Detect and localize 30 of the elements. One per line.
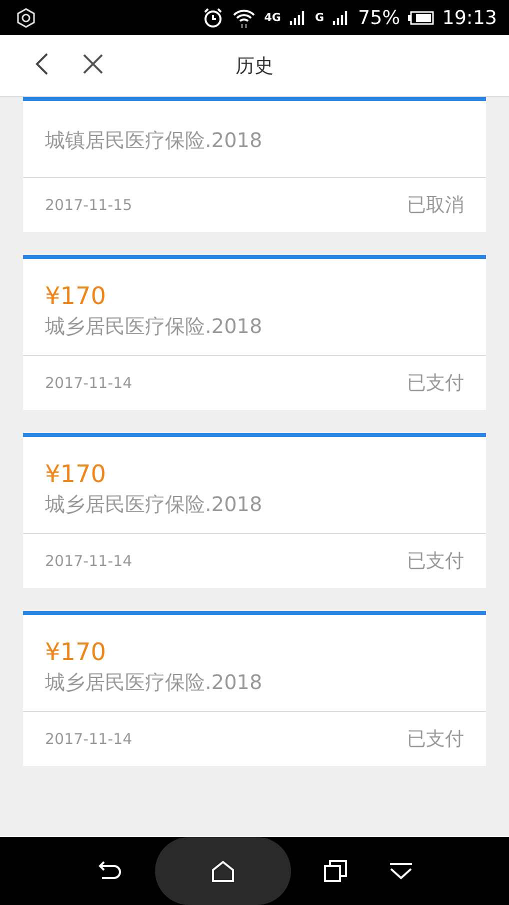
record-date: 2017-11-14 [45, 730, 132, 748]
signal-icon [332, 10, 350, 24]
amount: ¥170 [45, 281, 108, 311]
network-type: G [314, 11, 324, 24]
insurance-name: 城镇居民医疗保险.2018 [45, 127, 264, 154]
insurance-name: 城乡居民医疗保险.2018 [45, 669, 264, 696]
amount: ¥170 [45, 637, 108, 667]
close-icon [82, 53, 104, 75]
settings-icon [15, 6, 37, 28]
recent-apps-icon [324, 860, 348, 882]
record-date: 2017-11-15 [45, 196, 132, 214]
clock-time: 19:13 [442, 6, 497, 28]
network-type: 4G [264, 11, 281, 24]
amount: ¥170 [45, 459, 108, 489]
alarm-icon [202, 6, 224, 28]
signal-icon [288, 10, 307, 24]
back-icon [34, 52, 50, 76]
chevron-down-icon [389, 862, 414, 880]
home-icon [210, 860, 235, 882]
battery-level: 75% [358, 6, 400, 28]
page-title: 历史 [236, 54, 274, 78]
insurance-name: 城乡居民医疗保险.2018 [45, 313, 264, 340]
payment-status: 已支付 [407, 549, 464, 574]
battery-icon [408, 10, 434, 24]
insurance-name: 城乡居民医疗保险.2018 [45, 491, 264, 518]
payment-status: 已取消 [407, 193, 464, 218]
payment-status: 已支付 [407, 371, 464, 396]
payment-status: 已支付 [407, 727, 464, 752]
record-date: 2017-11-14 [45, 552, 132, 570]
record-date: 2017-11-14 [45, 374, 132, 392]
